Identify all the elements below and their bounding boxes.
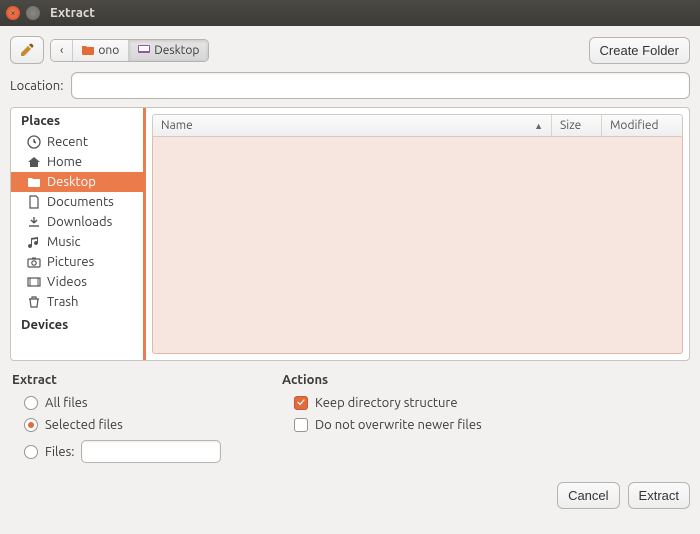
sidebar-item-label: Home [47, 155, 82, 169]
breadcrumb-seg-ono[interactable]: ono [73, 40, 129, 61]
radio-icon [24, 418, 38, 432]
actions-options: Actions Keep directory structure Do not … [282, 373, 482, 464]
music-icon [27, 235, 41, 249]
sidebar-item-trash[interactable]: Trash [11, 292, 145, 312]
radio-selected-files[interactable]: Selected files [12, 417, 252, 433]
column-size[interactable]: Size [552, 115, 602, 136]
breadcrumb-back[interactable]: ‹ [51, 40, 73, 61]
location-row: Location: [10, 72, 690, 99]
titlebar: × Extract [0, 0, 700, 26]
column-label: Name [161, 119, 193, 132]
sidebar-item-label: Pictures [47, 255, 94, 269]
check-label: Keep directory structure [315, 396, 458, 410]
sidebar-item-recent[interactable]: Recent [11, 132, 145, 152]
actions-heading: Actions [282, 373, 482, 387]
sort-asc-icon: ▲ [534, 121, 543, 131]
sidebar-item-downloads[interactable]: Downloads [11, 212, 145, 232]
sidebar-item-home[interactable]: Home [11, 152, 145, 172]
files-pattern-input[interactable] [81, 440, 221, 463]
radio-label: Files: [45, 445, 74, 459]
extract-options: Extract All files Selected files Files: [12, 373, 252, 464]
column-headers: Name ▲ Size Modified [152, 114, 683, 137]
file-browser: Places Recent Home Desktop Documents Dow… [10, 107, 690, 361]
trash-icon [27, 295, 41, 309]
extract-button[interactable]: Extract [628, 482, 690, 509]
sidebar-section-places: Places [11, 108, 145, 132]
checkbox-icon [294, 418, 308, 432]
video-icon [27, 275, 41, 289]
document-icon [27, 195, 41, 209]
close-icon[interactable]: × [6, 6, 20, 20]
sidebar-item-pictures[interactable]: Pictures [11, 252, 145, 272]
column-name[interactable]: Name ▲ [153, 115, 552, 136]
location-label: Location: [10, 79, 63, 93]
home-icon [27, 155, 41, 169]
options-area: Extract All files Selected files Files: … [10, 369, 690, 468]
cancel-button[interactable]: Cancel [557, 482, 619, 509]
camera-icon [27, 255, 41, 269]
window-title: Extract [50, 6, 95, 20]
radio-label: All files [45, 396, 88, 410]
radio-icon [24, 445, 38, 459]
check-label: Do not overwrite newer files [315, 418, 482, 432]
breadcrumb: ‹ ono Desktop [50, 39, 209, 62]
radio-all-files[interactable]: All files [12, 395, 252, 411]
sidebar-item-documents[interactable]: Documents [11, 192, 145, 212]
sidebar-item-label: Downloads [47, 215, 112, 229]
sidebar-item-videos[interactable]: Videos [11, 272, 145, 292]
breadcrumb-label: ono [98, 44, 119, 57]
location-input[interactable] [71, 72, 690, 99]
breadcrumb-label: Desktop [154, 44, 199, 57]
file-list: Name ▲ Size Modified [146, 108, 689, 360]
dialog-footer: Cancel Extract [10, 476, 690, 509]
sidebar-item-desktop[interactable]: Desktop [11, 172, 145, 192]
pencil-icon [19, 42, 35, 58]
breadcrumb-seg-desktop[interactable]: Desktop [129, 40, 208, 61]
sidebar-item-label: Recent [47, 135, 88, 149]
radio-icon [24, 396, 38, 410]
file-list-body[interactable] [152, 137, 683, 354]
sidebar-item-label: Music [47, 235, 81, 249]
sidebar-section-devices: Devices [11, 312, 145, 336]
radio-files-pattern[interactable]: Files: [12, 439, 252, 464]
sidebar-item-label: Videos [47, 275, 87, 289]
column-modified[interactable]: Modified [602, 115, 682, 136]
sidebar-item-label: Documents [47, 195, 114, 209]
clock-icon [27, 135, 41, 149]
places-sidebar: Places Recent Home Desktop Documents Dow… [11, 108, 146, 360]
folder-icon [27, 175, 41, 189]
sidebar-item-label: Trash [47, 295, 78, 309]
checkbox-icon [294, 396, 308, 410]
minimize-icon[interactable] [26, 6, 40, 20]
check-keep-directory[interactable]: Keep directory structure [282, 395, 482, 411]
edit-path-button[interactable] [10, 36, 44, 64]
folder-icon [82, 45, 94, 55]
download-icon [27, 215, 41, 229]
create-folder-button[interactable]: Create Folder [589, 37, 690, 64]
toolbar: ‹ ono Desktop Create Folder [10, 36, 690, 64]
sidebar-item-label: Desktop [47, 175, 96, 189]
radio-label: Selected files [45, 418, 123, 432]
desktop-folder-icon [138, 45, 150, 55]
sidebar-item-music[interactable]: Music [11, 232, 145, 252]
check-no-overwrite[interactable]: Do not overwrite newer files [282, 417, 482, 433]
extract-heading: Extract [12, 373, 252, 387]
